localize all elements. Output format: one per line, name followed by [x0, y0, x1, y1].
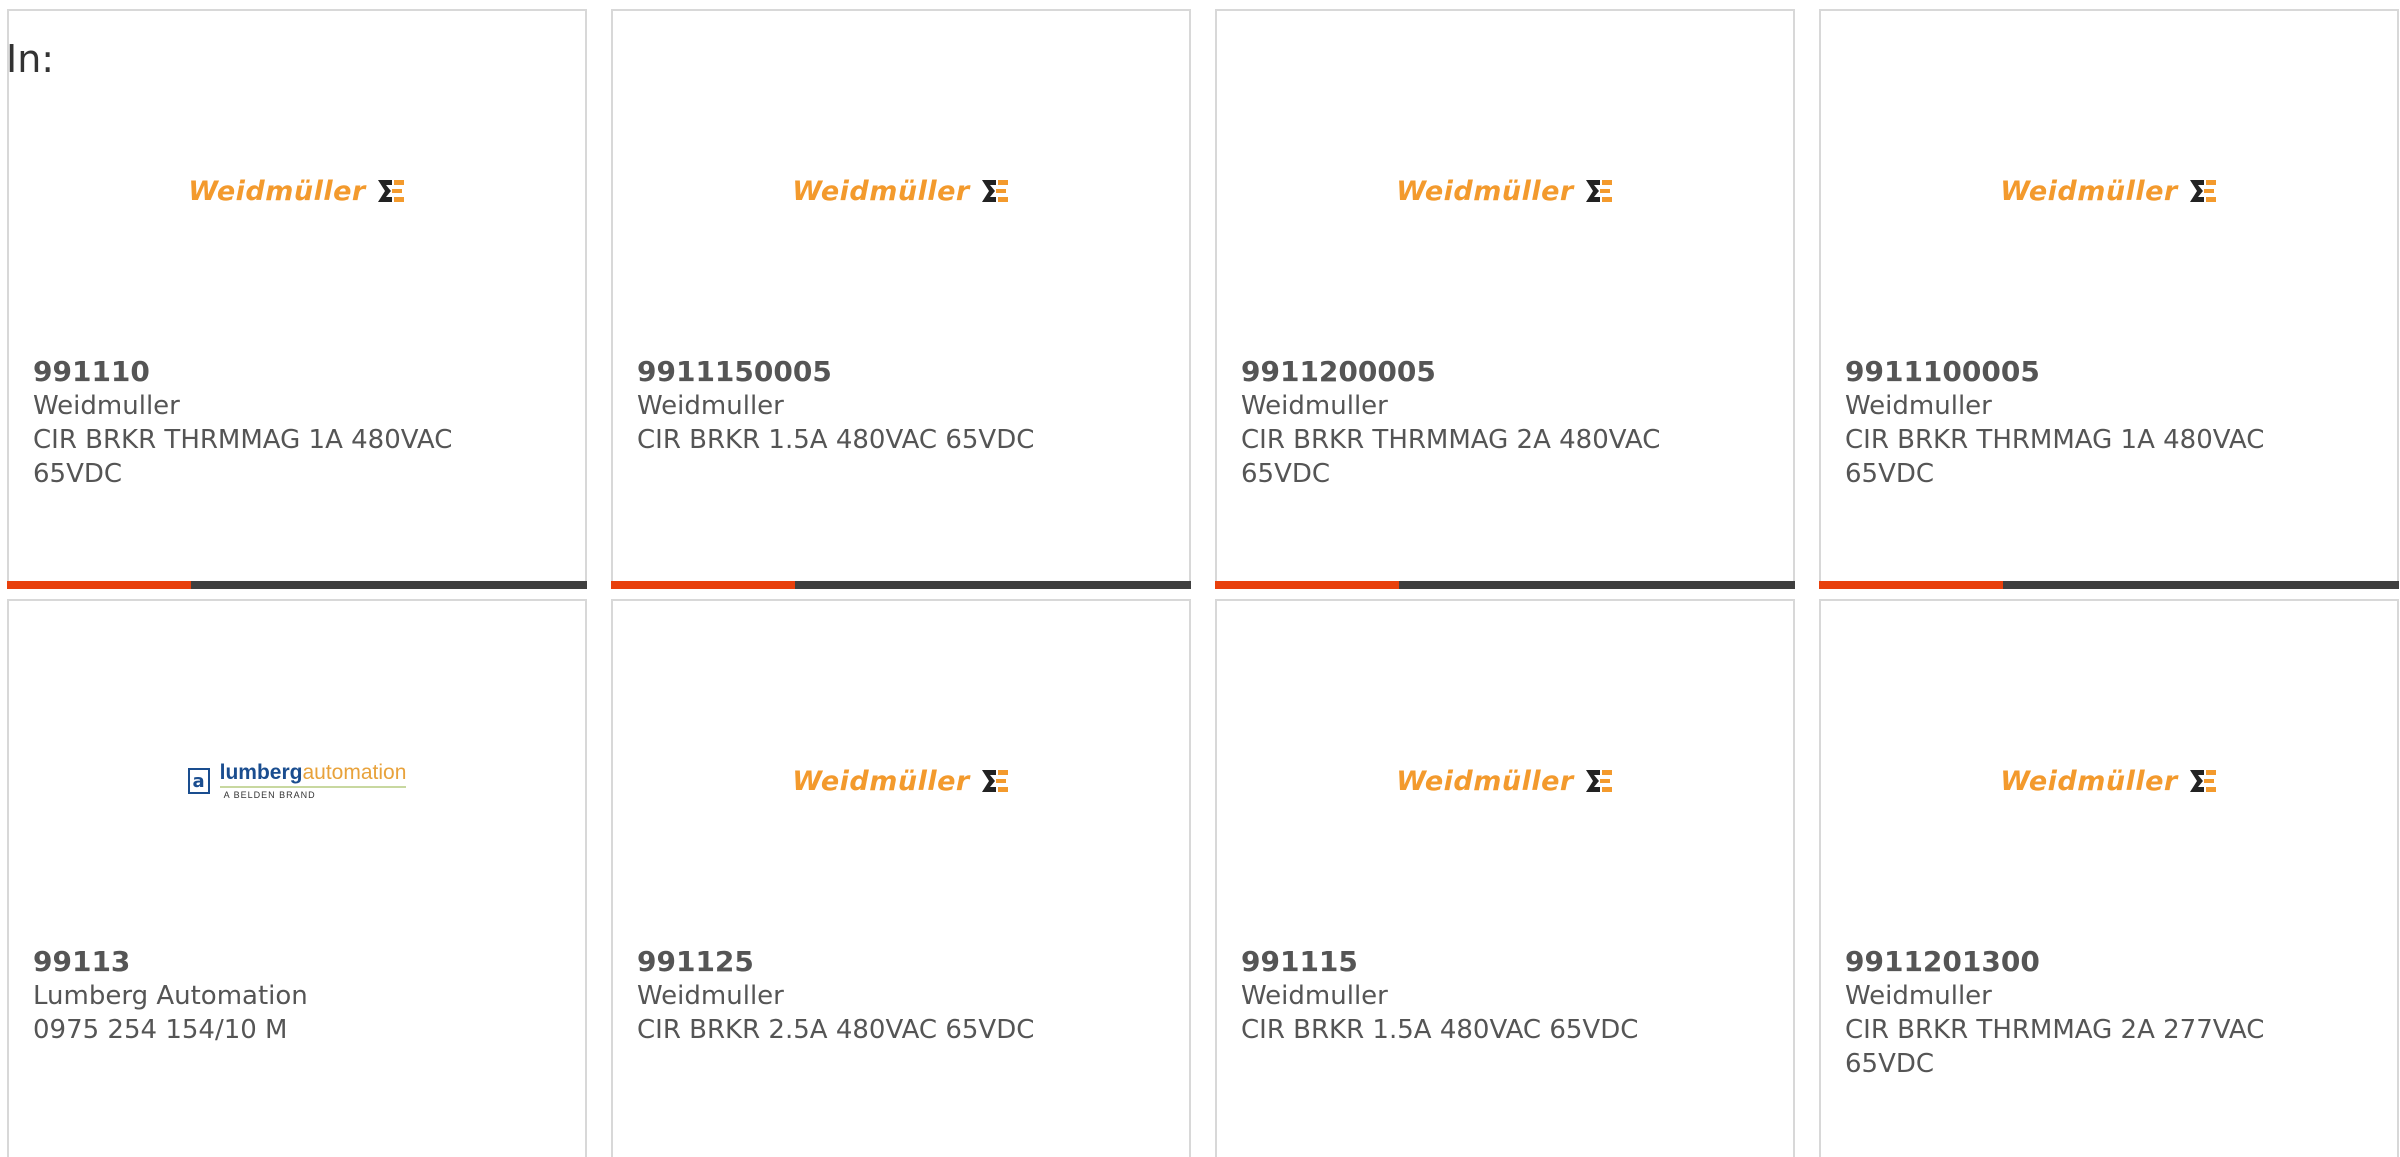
card-bottom-bar-accent — [1819, 581, 2003, 589]
weidmuller-logo: Weidmüller — [188, 176, 405, 207]
product-card[interactable]: Weidmüller 9911100005 Weidmuller CIR BRK… — [1819, 9, 2399, 589]
card-bottom-bar — [1819, 581, 2399, 589]
product-info: 9911201300 Weidmuller CIR BRKR THRMMAG 2… — [1845, 945, 2305, 1081]
weidmuller-logo-text: Weidmüller — [1396, 175, 1574, 207]
product-part-number[interactable]: 991115 — [1241, 945, 1701, 979]
brand-logo: Weidmüller — [1217, 161, 1793, 221]
weidmuller-cross-icon — [981, 180, 1008, 202]
card-bottom-bar — [1215, 581, 1795, 589]
lumberg-logo-text: lumbergautomation — [219, 761, 407, 784]
weidmuller-cross-icon — [1585, 770, 1612, 792]
product-brand: Weidmuller — [33, 391, 180, 421]
product-description: CIR BRKR 1.5A 480VAC 65VDC — [1241, 1015, 1639, 1045]
weidmuller-logo: Weidmüller — [792, 766, 1009, 797]
brand-logo: Weidmüller — [1821, 751, 2397, 811]
product-part-number[interactable]: 9911150005 — [637, 355, 1097, 389]
product-description: CIR BRKR 1.5A 480VAC 65VDC — [637, 425, 1035, 455]
weidmuller-logo: Weidmüller — [1396, 176, 1613, 207]
weidmuller-cross-icon — [377, 180, 404, 202]
product-description: CIR BRKR THRMMAG 2A 277VAC 65VDC — [1845, 1015, 2265, 1079]
product-description: 0975 254 154/10 M — [33, 1015, 288, 1045]
product-card[interactable]: Weidmüller 991110 Weidmuller CIR BRKR TH… — [7, 9, 587, 589]
weidmuller-logo-text: Weidmüller — [188, 175, 366, 207]
weidmuller-logo-text: Weidmüller — [2000, 765, 2178, 797]
weidmuller-logo: Weidmüller — [2000, 766, 2217, 797]
product-info: 991125 Weidmuller CIR BRKR 2.5A 480VAC 6… — [637, 945, 1097, 1047]
weidmuller-cross-icon — [1585, 180, 1612, 202]
product-brand: Weidmuller — [637, 391, 784, 421]
product-info: 99113 Lumberg Automation 0975 254 154/10… — [33, 945, 493, 1047]
product-brand: Lumberg Automation — [33, 981, 308, 1011]
filter-in-label: In: — [6, 37, 55, 81]
product-brand: Weidmuller — [1845, 391, 1992, 421]
product-part-number[interactable]: 99113 — [33, 945, 493, 979]
card-bottom-bar-accent — [7, 581, 191, 589]
product-description: CIR BRKR THRMMAG 1A 480VAC 65VDC — [1845, 425, 2265, 489]
brand-logo: Weidmüller — [1217, 751, 1793, 811]
product-card[interactable]: Weidmüller 9911200005 Weidmuller CIR BRK… — [1215, 9, 1795, 589]
product-card[interactable]: Weidmüller 991125 Weidmuller CIR BRKR 2.… — [611, 599, 1191, 1157]
product-part-number[interactable]: 991110 — [33, 355, 493, 389]
brand-logo: Weidmüller — [613, 751, 1189, 811]
weidmuller-logo-text: Weidmüller — [1396, 765, 1574, 797]
product-info: 991115 Weidmuller CIR BRKR 1.5A 480VAC 6… — [1241, 945, 1701, 1047]
page: In: Weidmüller 991110 Weidmuller CIR BRK… — [0, 0, 2400, 1157]
card-bottom-bar — [7, 581, 587, 589]
product-card[interactable]: Weidmüller 9911201300 Weidmuller CIR BRK… — [1819, 599, 2399, 1157]
card-bottom-bar-accent — [611, 581, 795, 589]
product-part-number[interactable]: 991125 — [637, 945, 1097, 979]
brand-logo: Weidmüller — [613, 161, 1189, 221]
weidmuller-cross-icon — [2189, 180, 2216, 202]
weidmuller-cross-icon — [981, 770, 1008, 792]
product-card[interactable]: Weidmüller 991115 Weidmuller CIR BRKR 1.… — [1215, 599, 1795, 1157]
product-info: 9911150005 Weidmuller CIR BRKR 1.5A 480V… — [637, 355, 1097, 457]
brand-logo: Weidmüller — [1821, 161, 2397, 221]
product-description: CIR BRKR 2.5A 480VAC 65VDC — [637, 1015, 1035, 1045]
product-card[interactable]: Weidmüller 9911150005 Weidmuller CIR BRK… — [611, 9, 1191, 589]
product-brand: Weidmuller — [1845, 981, 1992, 1011]
product-part-number[interactable]: 9911201300 — [1845, 945, 2305, 979]
product-info: 9911200005 Weidmuller CIR BRKR THRMMAG 2… — [1241, 355, 1701, 491]
card-bottom-bar-accent — [1215, 581, 1399, 589]
brand-logo: a lumbergautomation A BELDEN BRAND — [9, 751, 585, 811]
lumberg-logo-divider — [219, 786, 407, 788]
product-info: 9911100005 Weidmuller CIR BRKR THRMMAG 1… — [1845, 355, 2305, 491]
weidmuller-logo-text: Weidmüller — [2000, 175, 2178, 207]
lumberg-logo: a lumbergautomation A BELDEN BRAND — [187, 761, 407, 800]
product-part-number[interactable]: 9911100005 — [1845, 355, 2305, 389]
card-bottom-bar — [611, 581, 1191, 589]
product-brand: Weidmuller — [637, 981, 784, 1011]
weidmuller-logo: Weidmüller — [2000, 176, 2217, 207]
product-description: CIR BRKR THRMMAG 2A 480VAC 65VDC — [1241, 425, 1661, 489]
lumberg-logo-box-icon: a — [187, 768, 210, 794]
lumberg-logo-subtext: A BELDEN BRAND — [223, 790, 316, 800]
product-info: 991110 Weidmuller CIR BRKR THRMMAG 1A 48… — [33, 355, 493, 491]
product-part-number[interactable]: 9911200005 — [1241, 355, 1701, 389]
product-brand: Weidmuller — [1241, 981, 1388, 1011]
product-brand: Weidmuller — [1241, 391, 1388, 421]
product-card[interactable]: a lumbergautomation A BELDEN BRAND 99113… — [7, 599, 587, 1157]
weidmuller-logo: Weidmüller — [792, 176, 1009, 207]
brand-logo: Weidmüller — [9, 161, 585, 221]
product-description: CIR BRKR THRMMAG 1A 480VAC 65VDC — [33, 425, 453, 489]
weidmuller-logo-text: Weidmüller — [792, 175, 970, 207]
weidmuller-cross-icon — [2189, 770, 2216, 792]
weidmuller-logo-text: Weidmüller — [792, 765, 970, 797]
product-grid: Weidmüller 991110 Weidmuller CIR BRKR TH… — [7, 9, 2399, 1157]
weidmuller-logo: Weidmüller — [1396, 766, 1613, 797]
